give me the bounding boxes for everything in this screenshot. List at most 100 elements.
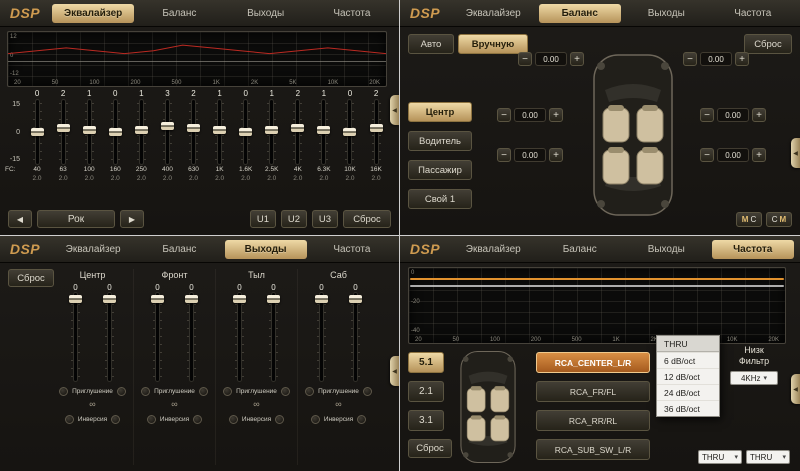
- drawer-handle[interactable]: ◀: [791, 374, 800, 404]
- eq-band-slider[interactable]: [55, 100, 71, 164]
- decrease-button[interactable]: −: [497, 108, 511, 122]
- output-slider-track[interactable]: [68, 293, 84, 381]
- invert-left-checkbox[interactable]: [311, 415, 320, 424]
- output-slider-track[interactable]: [102, 293, 118, 381]
- memory-u1-button[interactable]: U1: [250, 210, 276, 228]
- tab-outputs[interactable]: Выходы: [625, 240, 708, 259]
- mode-31-button[interactable]: 3.1: [408, 410, 444, 431]
- manual-mode-button[interactable]: Вручную: [458, 34, 528, 54]
- slider-handle[interactable]: [83, 126, 96, 134]
- invert-left-checkbox[interactable]: [147, 415, 156, 424]
- tab-balance[interactable]: Баланс: [539, 4, 622, 23]
- eq-band-slider[interactable]: [133, 100, 149, 164]
- drawer-handle[interactable]: ◀: [390, 95, 399, 125]
- position-passenger-button[interactable]: Пассажир: [408, 160, 472, 180]
- invert-right-checkbox[interactable]: [111, 415, 120, 424]
- tab-outputs[interactable]: Выходы: [225, 240, 307, 259]
- mute-left-checkbox[interactable]: [141, 387, 150, 396]
- mute-left-checkbox[interactable]: [305, 387, 314, 396]
- tab-balance[interactable]: Баланс: [539, 240, 622, 259]
- position-driver-button[interactable]: Водитель: [408, 131, 472, 151]
- slider-handle[interactable]: [109, 128, 122, 136]
- increase-button[interactable]: +: [735, 52, 749, 66]
- channel-rca-rear-button[interactable]: RCA_RR/RL: [536, 410, 650, 431]
- tab-balance[interactable]: Баланс: [138, 4, 220, 23]
- eq-reset-button[interactable]: Сброс: [343, 210, 391, 228]
- hpf-slope-select[interactable]: THRU ▾: [698, 450, 742, 464]
- balance-reset-button[interactable]: Сброс: [744, 34, 792, 54]
- eq-band-slider[interactable]: [368, 100, 384, 164]
- slope-option-36db[interactable]: 36 dB/oct: [657, 400, 719, 416]
- tab-equalizer[interactable]: Эквалайзер: [52, 240, 134, 259]
- output-slider-track[interactable]: [232, 293, 248, 381]
- slider-handle[interactable]: [103, 295, 116, 303]
- eq-band-slider[interactable]: [264, 100, 280, 164]
- position-center-button[interactable]: Центр: [408, 102, 472, 122]
- decrease-button[interactable]: −: [700, 148, 714, 162]
- slider-handle[interactable]: [213, 126, 226, 134]
- preset-name[interactable]: Рок: [37, 210, 115, 228]
- auto-mode-button[interactable]: Авто: [408, 34, 454, 54]
- mute-left-checkbox[interactable]: [59, 387, 68, 396]
- decrease-button[interactable]: −: [683, 52, 697, 66]
- filter-frequency-select[interactable]: 4KHz ▾: [730, 371, 778, 385]
- memory-u3-button[interactable]: U3: [312, 210, 338, 228]
- slope-option-thru[interactable]: THRU: [657, 336, 719, 352]
- eq-band-slider[interactable]: [238, 100, 254, 164]
- output-slider-track[interactable]: [266, 293, 282, 381]
- mute-right-checkbox[interactable]: [199, 387, 208, 396]
- slider-handle[interactable]: [349, 295, 362, 303]
- output-slider-track[interactable]: [184, 293, 200, 381]
- increase-button[interactable]: +: [752, 108, 766, 122]
- tab-frequency[interactable]: Частота: [311, 4, 393, 23]
- decrease-button[interactable]: −: [518, 52, 532, 66]
- position-custom1-button[interactable]: Свой 1: [408, 189, 472, 209]
- channel-rca-center-button[interactable]: RCA_CENTER_L/R: [536, 352, 650, 373]
- invert-left-checkbox[interactable]: [65, 415, 74, 424]
- slope-option-24db[interactable]: 24 dB/oct: [657, 384, 719, 400]
- slider-handle[interactable]: [57, 124, 70, 132]
- mute-right-checkbox[interactable]: [117, 387, 126, 396]
- increase-button[interactable]: +: [570, 52, 584, 66]
- invert-right-checkbox[interactable]: [275, 415, 284, 424]
- slider-handle[interactable]: [239, 128, 252, 136]
- cm-button[interactable]: C M: [766, 212, 792, 227]
- drawer-handle[interactable]: ◀: [791, 138, 800, 168]
- tab-equalizer[interactable]: Эквалайзер: [452, 4, 535, 23]
- slider-handle[interactable]: [161, 122, 174, 130]
- eq-band-slider[interactable]: [316, 100, 332, 164]
- invert-right-checkbox[interactable]: [193, 415, 202, 424]
- slider-handle[interactable]: [265, 126, 278, 134]
- increase-button[interactable]: +: [549, 108, 563, 122]
- eq-band-slider[interactable]: [29, 100, 45, 164]
- mute-right-checkbox[interactable]: [281, 387, 290, 396]
- slider-handle[interactable]: [151, 295, 164, 303]
- slider-handle[interactable]: [315, 295, 328, 303]
- tab-equalizer[interactable]: Эквалайзер: [452, 240, 535, 259]
- invert-left-checkbox[interactable]: [229, 415, 238, 424]
- mute-left-checkbox[interactable]: [223, 387, 232, 396]
- frequency-reset-button[interactable]: Сброс: [408, 439, 452, 458]
- output-slider-track[interactable]: [150, 293, 166, 381]
- eq-band-slider[interactable]: [212, 100, 228, 164]
- invert-right-checkbox[interactable]: [357, 415, 366, 424]
- slider-handle[interactable]: [291, 124, 304, 132]
- tab-outputs[interactable]: Выходы: [225, 4, 307, 23]
- slider-handle[interactable]: [370, 124, 383, 132]
- tab-frequency[interactable]: Частота: [311, 240, 393, 259]
- slope-option-6db[interactable]: 6 dB/oct: [657, 352, 719, 368]
- next-preset-button[interactable]: ▶: [120, 210, 144, 228]
- mute-right-checkbox[interactable]: [363, 387, 372, 396]
- increase-button[interactable]: +: [549, 148, 563, 162]
- tab-frequency[interactable]: Частота: [712, 240, 795, 259]
- link-channels-icon[interactable]: ∞: [253, 400, 259, 409]
- output-slider-track[interactable]: [348, 293, 364, 381]
- link-channels-icon[interactable]: ∞: [335, 400, 341, 409]
- slider-handle[interactable]: [185, 295, 198, 303]
- slider-handle[interactable]: [69, 295, 82, 303]
- slope-option-12db[interactable]: 12 dB/oct: [657, 368, 719, 384]
- eq-band-slider[interactable]: [342, 100, 358, 164]
- slider-handle[interactable]: [187, 124, 200, 132]
- slider-handle[interactable]: [135, 126, 148, 134]
- increase-button[interactable]: +: [752, 148, 766, 162]
